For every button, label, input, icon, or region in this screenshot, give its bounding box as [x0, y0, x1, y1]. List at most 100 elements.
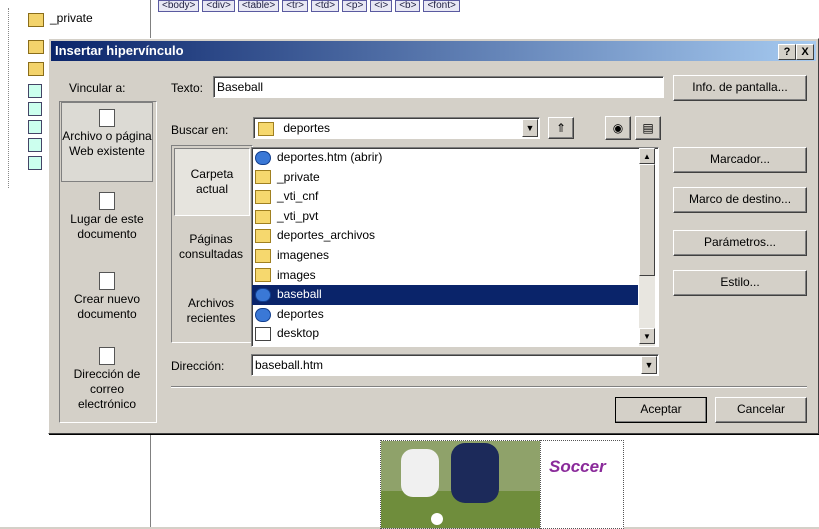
file-name: deportes_archivos — [277, 228, 376, 243]
tag-p[interactable]: <p> — [342, 0, 368, 12]
tree-lines — [0, 8, 9, 188]
place-current-folder-label: Carpeta actual — [190, 167, 234, 196]
file-name: deportes — [277, 306, 324, 321]
soccer-cell: Soccer — [540, 440, 624, 529]
tag-body[interactable]: <body> — [158, 0, 200, 12]
direccion-input[interactable]: baseball.htm ▼ — [251, 354, 659, 376]
file-row[interactable]: deportes.htm (abrir) — [252, 148, 638, 168]
close-button[interactable]: X — [796, 44, 814, 60]
folder-icon — [28, 62, 44, 76]
file-list[interactable]: deportes.htm (abrir) _private _vti_cnf _vti… — [251, 147, 659, 347]
file-name: imagenes — [277, 247, 330, 262]
page-icon — [28, 156, 42, 170]
dropdown-arrow-icon[interactable]: ▼ — [641, 356, 657, 374]
player-white — [401, 449, 439, 497]
folder-icon — [255, 190, 271, 205]
page-icon — [28, 120, 42, 134]
place-recent-files-label: Archivos recientes — [186, 296, 236, 325]
insert-hyperlink-dialog: Insertar hipervínculo ? X Vincular a: Te… — [48, 38, 819, 434]
home-icon — [28, 102, 42, 116]
texto-input[interactable]: Baseball — [213, 76, 664, 98]
buscar-value: deportes — [283, 121, 331, 135]
dropdown-arrow-icon[interactable]: ▼ — [522, 119, 538, 137]
direccion-value: baseball.htm — [255, 358, 324, 372]
direccion-label: Dirección: — [171, 359, 225, 373]
buscar-label: Buscar en: — [171, 123, 229, 137]
place-current-folder[interactable]: Carpeta actual — [174, 148, 250, 216]
file-row[interactable]: imagenes — [252, 246, 638, 266]
link-type-place-in-document[interactable]: Lugar de este documento — [61, 192, 153, 242]
scroll-up-button[interactable]: ▲ — [639, 148, 655, 164]
file-row[interactable]: deportes — [252, 305, 638, 325]
info-pantalla-button[interactable]: Info. de pantalla... — [673, 75, 807, 101]
tag-font[interactable]: <font> — [423, 0, 460, 12]
existing-file-icon — [99, 109, 115, 127]
file-list-scrollbar[interactable]: ▲ ▼ — [639, 148, 655, 346]
file-name: _vti_pvt — [277, 208, 319, 223]
buscar-dropdown[interactable]: deportes ▼ — [253, 117, 540, 139]
browse-web-button[interactable]: ◉ — [605, 116, 631, 140]
tree-item-private[interactable]: _private — [50, 11, 93, 25]
document-icon — [255, 327, 271, 342]
link-type-new-doc-label: Crear nuevo documento — [73, 292, 141, 321]
file-name: images — [277, 267, 316, 282]
divider — [171, 386, 807, 388]
link-type-panel: Archivo o página Web existente Lugar de … — [59, 101, 157, 423]
tag-b[interactable]: <b> — [395, 0, 421, 12]
help-button[interactable]: ? — [778, 44, 796, 60]
file-name: _private — [277, 169, 320, 184]
link-type-email-label: Dirección de correo electrónico — [73, 367, 141, 411]
marco-destino-button[interactable]: Marco de destino... — [673, 187, 807, 213]
folder-icon — [255, 248, 271, 263]
file-name: desktop — [277, 326, 320, 341]
vincular-label: Vincular a: — [69, 81, 126, 95]
estilo-button[interactable]: Estilo... — [673, 270, 807, 296]
tag-tr[interactable]: <tr> — [282, 0, 309, 12]
soccer-text: Soccer — [549, 457, 606, 476]
place-browsed-pages[interactable]: Páginas consultadas — [174, 232, 248, 262]
places-panel: Carpeta actual Páginas consultadas Archi… — [171, 145, 253, 343]
scroll-down-button[interactable]: ▼ — [639, 328, 655, 344]
file-icon — [28, 84, 42, 98]
folder-icon — [255, 209, 271, 224]
file-row[interactable]: baseball — [252, 285, 638, 305]
tag-i[interactable]: <i> — [370, 0, 393, 12]
link-type-new-document[interactable]: Crear nuevo documento — [61, 272, 153, 322]
file-row[interactable]: images — [252, 266, 638, 286]
link-type-place-label: Lugar de este documento — [70, 212, 144, 241]
file-row[interactable]: _vti_pvt — [252, 207, 638, 227]
aceptar-button[interactable]: Aceptar — [615, 397, 707, 423]
file-row[interactable]: desktop — [252, 324, 638, 344]
folder-icon — [255, 229, 271, 244]
tag-div[interactable]: <div> — [202, 0, 235, 12]
folder-icon — [28, 13, 44, 27]
cancelar-button[interactable]: Cancelar — [715, 397, 807, 423]
tag-selector: <body> <div> <table> <tr> <td> <p> <i> <b> <font… — [158, 0, 578, 14]
folder-icon — [255, 268, 271, 283]
parametros-button[interactable]: Parámetros... — [673, 230, 807, 256]
link-type-email[interactable]: Dirección de correo electrónico — [61, 347, 153, 412]
place-in-document-icon — [99, 192, 115, 210]
file-row[interactable]: deportes_archivos — [252, 226, 638, 246]
tag-td[interactable]: <td> — [311, 0, 340, 12]
browse-file-button[interactable]: ▤ — [635, 116, 661, 140]
web-page-icon — [255, 307, 271, 322]
place-recent-files[interactable]: Archivos recientes — [174, 296, 248, 326]
dialog-title: Insertar hipervínculo — [55, 43, 184, 58]
marcador-button[interactable]: Marcador... — [673, 147, 807, 173]
up-folder-button[interactable]: ⇑ — [548, 117, 574, 139]
file-row[interactable]: _vti_cnf — [252, 187, 638, 207]
tag-table[interactable]: <table> — [237, 0, 280, 12]
file-row[interactable]: _private — [252, 168, 638, 188]
folder-icon — [28, 40, 44, 54]
email-icon — [99, 347, 115, 365]
scroll-thumb[interactable] — [639, 164, 655, 276]
texto-label: Texto: — [171, 81, 204, 95]
file-name: baseball — [277, 287, 322, 302]
link-type-existing-file[interactable]: Archivo o página Web existente — [61, 102, 153, 182]
file-name: _vti_cnf — [277, 189, 319, 204]
link-type-existing-file-label: Archivo o página Web existente — [62, 129, 152, 158]
dialog-titlebar[interactable]: Insertar hipervínculo ? X — [51, 41, 816, 61]
player-blue — [451, 443, 499, 503]
folder-icon — [258, 121, 274, 136]
